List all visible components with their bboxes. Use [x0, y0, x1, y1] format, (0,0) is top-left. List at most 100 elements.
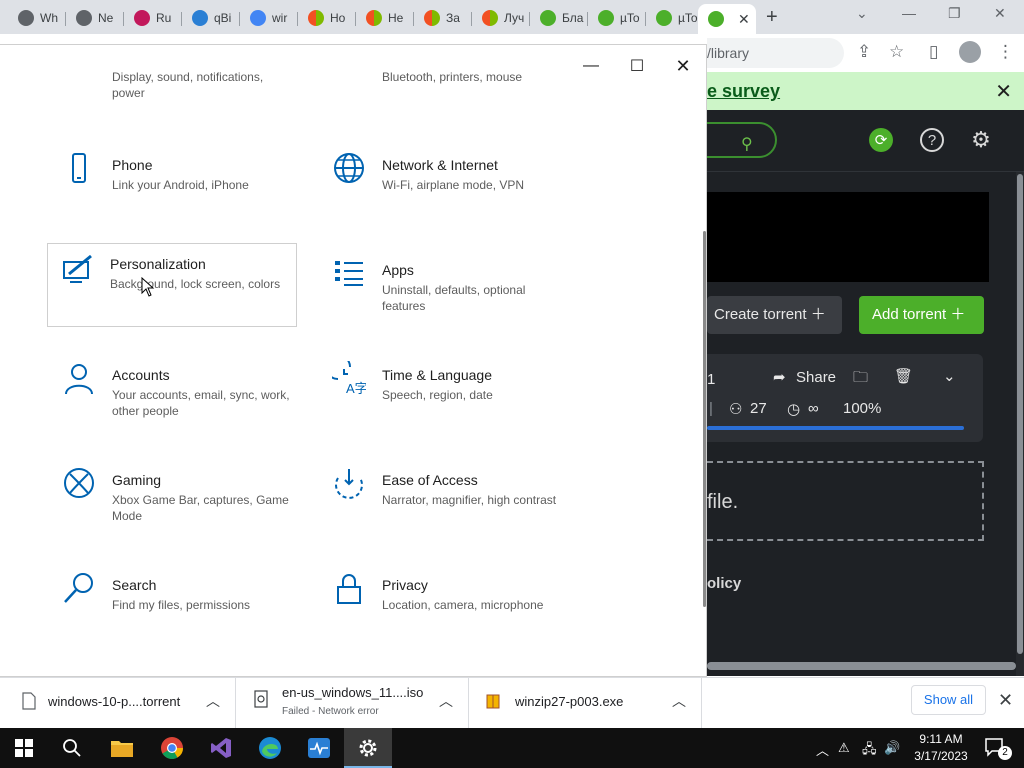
browser-tab[interactable]: Ru	[124, 4, 182, 32]
utorrent-web-page: e survey ✕ ⚲ ⟳ ? ⚙ Create torrent ＋ Add …	[707, 72, 1024, 676]
taskbar-search-button[interactable]	[48, 728, 96, 768]
share-label[interactable]: Share	[796, 369, 836, 386]
show-hidden-icons-chevron-icon[interactable]: ︿	[816, 740, 829, 759]
svg-text:A字: A字	[346, 381, 366, 395]
address-bar[interactable]: /library	[707, 38, 844, 68]
restore-icon[interactable]: ❐	[948, 5, 961, 22]
minimize-icon[interactable]: —	[902, 5, 916, 21]
category-time-language[interactable]: A字 Time & Language Speech, region, date	[320, 355, 568, 439]
browser-tab[interactable]: Wh	[8, 4, 66, 32]
taskbar-file-explorer[interactable]	[98, 728, 146, 768]
network-icon[interactable]: 🖧	[862, 740, 877, 762]
close-tab-icon[interactable]: ✕	[738, 11, 750, 28]
utorrent-favicon-icon	[540, 10, 556, 26]
policy-link[interactable]: olicy	[707, 575, 741, 592]
torrent-item-card[interactable]: 1 ➦ Share 🗀 🗑 ⌄ | ⚇ 27 ◷ ∞ 100%	[707, 354, 983, 442]
download-status: Failed - Network error	[282, 706, 379, 717]
browser-tab[interactable]: qBi	[182, 4, 240, 32]
browser-tab[interactable]: За	[414, 4, 472, 32]
browser-tab[interactable]: Ne	[66, 4, 124, 32]
utorrent-favicon-icon	[656, 10, 672, 26]
minimize-icon[interactable]: —	[568, 51, 614, 81]
browser-tab[interactable]: wir	[240, 4, 298, 32]
chevron-up-icon[interactable]: ︿	[672, 691, 686, 711]
scrollbar-thumb[interactable]	[1017, 174, 1023, 654]
new-tab-button[interactable]: +	[766, 6, 778, 29]
profile-avatar[interactable]	[959, 41, 981, 63]
download-item[interactable]: winzip27-p003.exe ︿	[469, 678, 702, 729]
search-icon[interactable]: ⚲	[741, 134, 753, 154]
browser-tab[interactable]: Ho	[298, 4, 356, 32]
share-page-icon[interactable]: ⇪	[857, 42, 871, 62]
browser-tab[interactable]: Бла	[530, 4, 588, 32]
close-icon[interactable]: ✕	[998, 690, 1013, 711]
browser-tab-active[interactable]: ✕	[698, 4, 756, 34]
browser-tab[interactable]: µTo	[646, 4, 698, 32]
chevron-up-icon[interactable]: ︿	[439, 691, 453, 711]
media-player[interactable]	[707, 192, 989, 282]
category-privacy[interactable]: Privacy Location, camera, microphone	[320, 565, 568, 649]
settings-scrollbar[interactable]	[703, 231, 706, 607]
chevron-down-icon[interactable]: ⌄	[943, 367, 956, 385]
close-icon[interactable]: ✕	[660, 51, 706, 81]
browser-tab[interactable]: He	[356, 4, 414, 32]
survey-link[interactable]: e survey	[707, 81, 780, 102]
close-icon[interactable]: ✕	[995, 79, 1012, 104]
drop-zone[interactable]: file.	[707, 461, 984, 541]
bookmark-star-icon[interactable]: ☆	[889, 42, 904, 62]
taskbar-visual-studio[interactable]	[197, 728, 245, 768]
system-clock[interactable]: 9:11 AM 3/17/2023	[905, 731, 977, 765]
create-torrent-button[interactable]: Create torrent ＋	[707, 296, 842, 334]
volume-icon[interactable]: 🔊	[884, 740, 900, 756]
close-window-icon[interactable]: ✕	[994, 5, 1006, 22]
taskbar-chrome[interactable]	[148, 728, 196, 768]
taskbar-health-app[interactable]	[295, 728, 343, 768]
category-apps[interactable]: Apps Uninstall, defaults, optional featu…	[320, 250, 568, 334]
category-personalization[interactable]: Personalization Background, lock screen,…	[47, 243, 297, 327]
utorrent-header: ⚲ ⟳ ? ⚙	[707, 110, 1024, 172]
folder-icon	[111, 741, 133, 757]
maximize-icon[interactable]: ☐	[614, 51, 660, 81]
category-search[interactable]: Search Find my files, permissions	[50, 565, 298, 649]
microsoft-favicon-icon	[424, 10, 440, 26]
tab-label: Ne	[98, 11, 114, 25]
mouse-cursor-icon	[141, 277, 155, 297]
category-description: Xbox Game Bar, captures, Game Mode	[112, 493, 289, 523]
magnet-icon[interactable]: ⟳	[869, 128, 893, 152]
show-all-button[interactable]: Show all	[911, 685, 986, 715]
folder-icon[interactable]: 🗀	[853, 367, 868, 392]
alert-tray-icon[interactable]: ⚠	[838, 740, 850, 756]
clock-time: 9:11 AM	[919, 732, 963, 746]
gear-icon[interactable]: ⚙	[969, 127, 993, 152]
start-button[interactable]	[0, 728, 48, 768]
chevron-up-icon[interactable]: ︿	[206, 691, 220, 711]
tab-label: Луч	[504, 11, 525, 25]
download-filename: windows-10-p....torrent	[48, 694, 181, 709]
add-torrent-button[interactable]: Add torrent ＋	[859, 296, 984, 334]
side-panel-icon[interactable]: ▯	[929, 42, 938, 62]
help-icon[interactable]: ?	[920, 128, 944, 152]
trash-icon[interactable]: 🗑	[894, 367, 913, 385]
browser-tab[interactable]: Луч	[472, 4, 530, 32]
ease-of-access-icon	[335, 469, 363, 499]
kebab-menu-icon[interactable]: ⋮	[997, 42, 1014, 62]
windows-taskbar: ︿ ⚠ 🖧 🔊 9:11 AM 3/17/2023 2	[0, 728, 1024, 768]
share-icon[interactable]: ➦	[773, 368, 786, 386]
category-ease-of-access[interactable]: Ease of Access Narrator, magnifier, high…	[320, 460, 568, 544]
tab-label: µTo	[620, 11, 640, 25]
site-favicon-icon	[134, 10, 150, 26]
category-gaming[interactable]: Gaming Xbox Game Bar, captures, Game Mod…	[50, 460, 298, 544]
category-phone[interactable]: Phone Link your Android, iPhone	[50, 145, 298, 229]
taskbar-settings[interactable]	[344, 728, 392, 768]
taskbar-edge[interactable]	[246, 728, 294, 768]
create-torrent-label: Create torrent	[714, 306, 807, 323]
browser-tab[interactable]: µTo	[588, 4, 646, 32]
tab-search-chevron-icon[interactable]: ⌄	[856, 5, 868, 22]
horizontal-scrollbar[interactable]	[707, 662, 1016, 670]
download-item-failed[interactable]: en-us_windows_11....iso Failed - Network…	[236, 678, 469, 729]
category-network-internet[interactable]: Network & Internet Wi-Fi, airplane mode,…	[320, 145, 568, 229]
chrome-favicon-icon	[76, 10, 92, 26]
category-accounts[interactable]: Accounts Your accounts, email, sync, wor…	[50, 355, 298, 439]
download-item[interactable]: windows-10-p....torrent ︿	[0, 678, 236, 729]
visual-studio-icon	[211, 738, 231, 758]
